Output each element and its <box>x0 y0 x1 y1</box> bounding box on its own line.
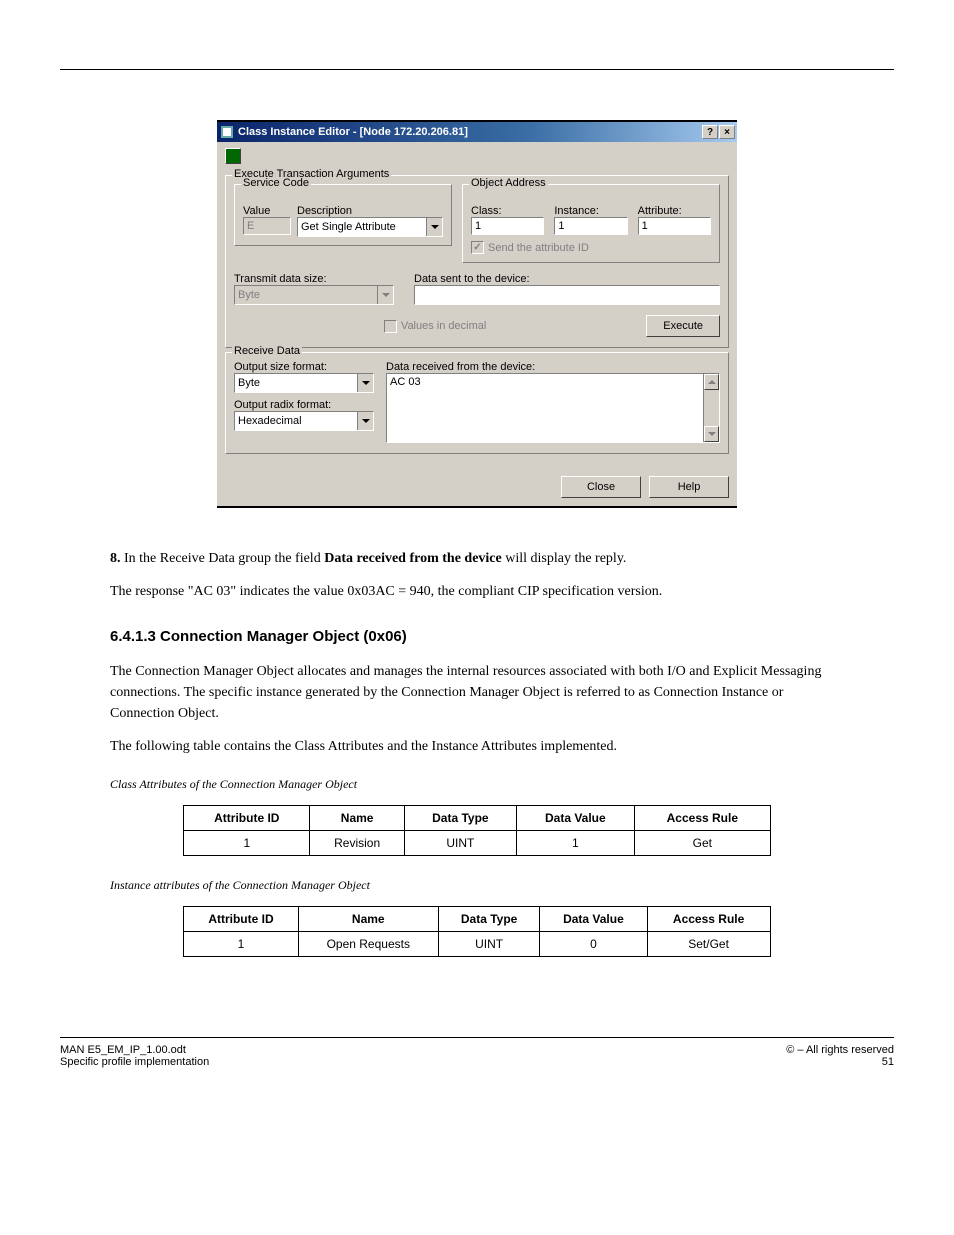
class-instance-editor-dialog: Class Instance Editor - [Node 172.20.206… <box>217 120 737 508</box>
value-label: Value <box>243 205 291 217</box>
table-row: 1 Revision UINT 1 Get <box>184 830 770 855</box>
table-header: Name <box>298 906 438 931</box>
transmit-size-label: Transmit data size: <box>234 273 394 285</box>
footer-right-line1: © – All rights reserved <box>786 1044 894 1056</box>
instance-attributes-table: Attribute ID Name Data Type Data Value A… <box>183 906 770 957</box>
page-footer: MAN E5_EM_IP_1.00.odt Specific profile i… <box>60 1037 894 1068</box>
page-header-divider <box>60 40 894 70</box>
table-caption: Instance attributes of the Connection Ma… <box>110 876 844 894</box>
output-size-select[interactable]: Byte <box>234 373 374 393</box>
group-legend: Object Address <box>469 177 548 189</box>
execute-button[interactable]: Execute <box>646 315 720 337</box>
dialog-title: Class Instance Editor - [Node 172.20.206… <box>238 126 701 138</box>
transmit-size-select: Byte <box>234 285 394 305</box>
attribute-input[interactable] <box>638 217 711 235</box>
group-legend: Receive Data <box>232 345 302 357</box>
execute-transaction-group: Execute Transaction Arguments Service Co… <box>225 175 729 348</box>
send-attribute-checkbox: ✓ Send the attribute ID <box>471 241 711 254</box>
object-address-group: Object Address Class: Instance: <box>462 184 720 263</box>
app-icon <box>219 124 235 140</box>
toolbar-icon[interactable] <box>225 148 241 164</box>
section-paragraph: The following table contains the Class A… <box>110 736 844 757</box>
table-header: Attribute ID <box>184 805 310 830</box>
service-code-group: Service Code Value Description Get Singl <box>234 184 452 246</box>
section-heading: 6.4.1.3 Connection Manager Object (0x06) <box>110 626 844 649</box>
table-header: Access Rule <box>635 805 771 830</box>
instance-label: Instance: <box>554 205 627 217</box>
close-button[interactable]: Close <box>561 476 641 498</box>
dialog-footer: Close Help <box>217 468 737 506</box>
dialog-titlebar: Class Instance Editor - [Node 172.20.206… <box>217 122 737 142</box>
attribute-label: Attribute: <box>638 205 711 217</box>
chevron-down-icon <box>377 286 393 304</box>
titlebar-help-button[interactable]: ? <box>702 125 718 139</box>
class-label: Class: <box>471 205 544 217</box>
receive-data-group: Receive Data Output size format: Byte Ou… <box>225 352 729 454</box>
service-value-input <box>243 217 291 235</box>
table-row: 1 Open Requests UINT 0 Set/Get <box>184 931 770 956</box>
table-header: Name <box>310 805 405 830</box>
scrollbar[interactable] <box>703 374 719 442</box>
table-header: Data Type <box>405 805 517 830</box>
table-header-row: Attribute ID Name Data Type Data Value A… <box>184 906 770 931</box>
data-sent-input[interactable] <box>414 285 720 305</box>
data-sent-label: Data sent to the device: <box>414 273 720 285</box>
output-radix-label: Output radix format: <box>234 399 374 411</box>
scroll-down-button[interactable] <box>704 426 719 442</box>
footer-left-line1: MAN E5_EM_IP_1.00.odt <box>60 1044 209 1056</box>
table-caption: Class Attributes of the Connection Manag… <box>110 775 844 793</box>
table-header: Data Value <box>540 906 647 931</box>
group-legend: Service Code <box>241 177 311 189</box>
step-number: 8. <box>110 551 121 566</box>
class-attributes-table: Attribute ID Name Data Type Data Value A… <box>183 805 770 856</box>
description-select[interactable]: Get Single Attribute <box>297 217 443 237</box>
table-header: Data Value <box>516 805 634 830</box>
values-decimal-checkbox: Values in decimal <box>384 320 486 333</box>
document-body: 8. In the Receive Data group the field D… <box>110 548 844 957</box>
chevron-down-icon <box>357 412 373 430</box>
instance-input[interactable] <box>554 217 627 235</box>
footer-left-line2: Specific profile implementation <box>60 1056 209 1068</box>
table-header-row: Attribute ID Name Data Type Data Value A… <box>184 805 770 830</box>
table-header: Data Type <box>439 906 540 931</box>
output-size-label: Output size format: <box>234 361 374 373</box>
class-input[interactable] <box>471 217 544 235</box>
chevron-down-icon <box>357 374 373 392</box>
data-received-output: AC 03 <box>386 373 720 443</box>
help-button[interactable]: Help <box>649 476 729 498</box>
output-radix-select[interactable]: Hexadecimal <box>234 411 374 431</box>
checkbox-label: Send the attribute ID <box>488 242 589 254</box>
table-header: Attribute ID <box>184 906 298 931</box>
data-received-label: Data received from the device: <box>386 361 720 373</box>
scroll-up-button[interactable] <box>704 374 719 390</box>
table-header: Access Rule <box>647 906 770 931</box>
chevron-down-icon <box>426 218 442 236</box>
titlebar-close-button[interactable]: × <box>719 125 735 139</box>
checkbox-label: Values in decimal <box>401 320 486 332</box>
description-label: Description <box>297 205 443 217</box>
section-paragraph: The Connection Manager Object allocates … <box>110 661 844 724</box>
footer-page-number: 51 <box>786 1056 894 1068</box>
